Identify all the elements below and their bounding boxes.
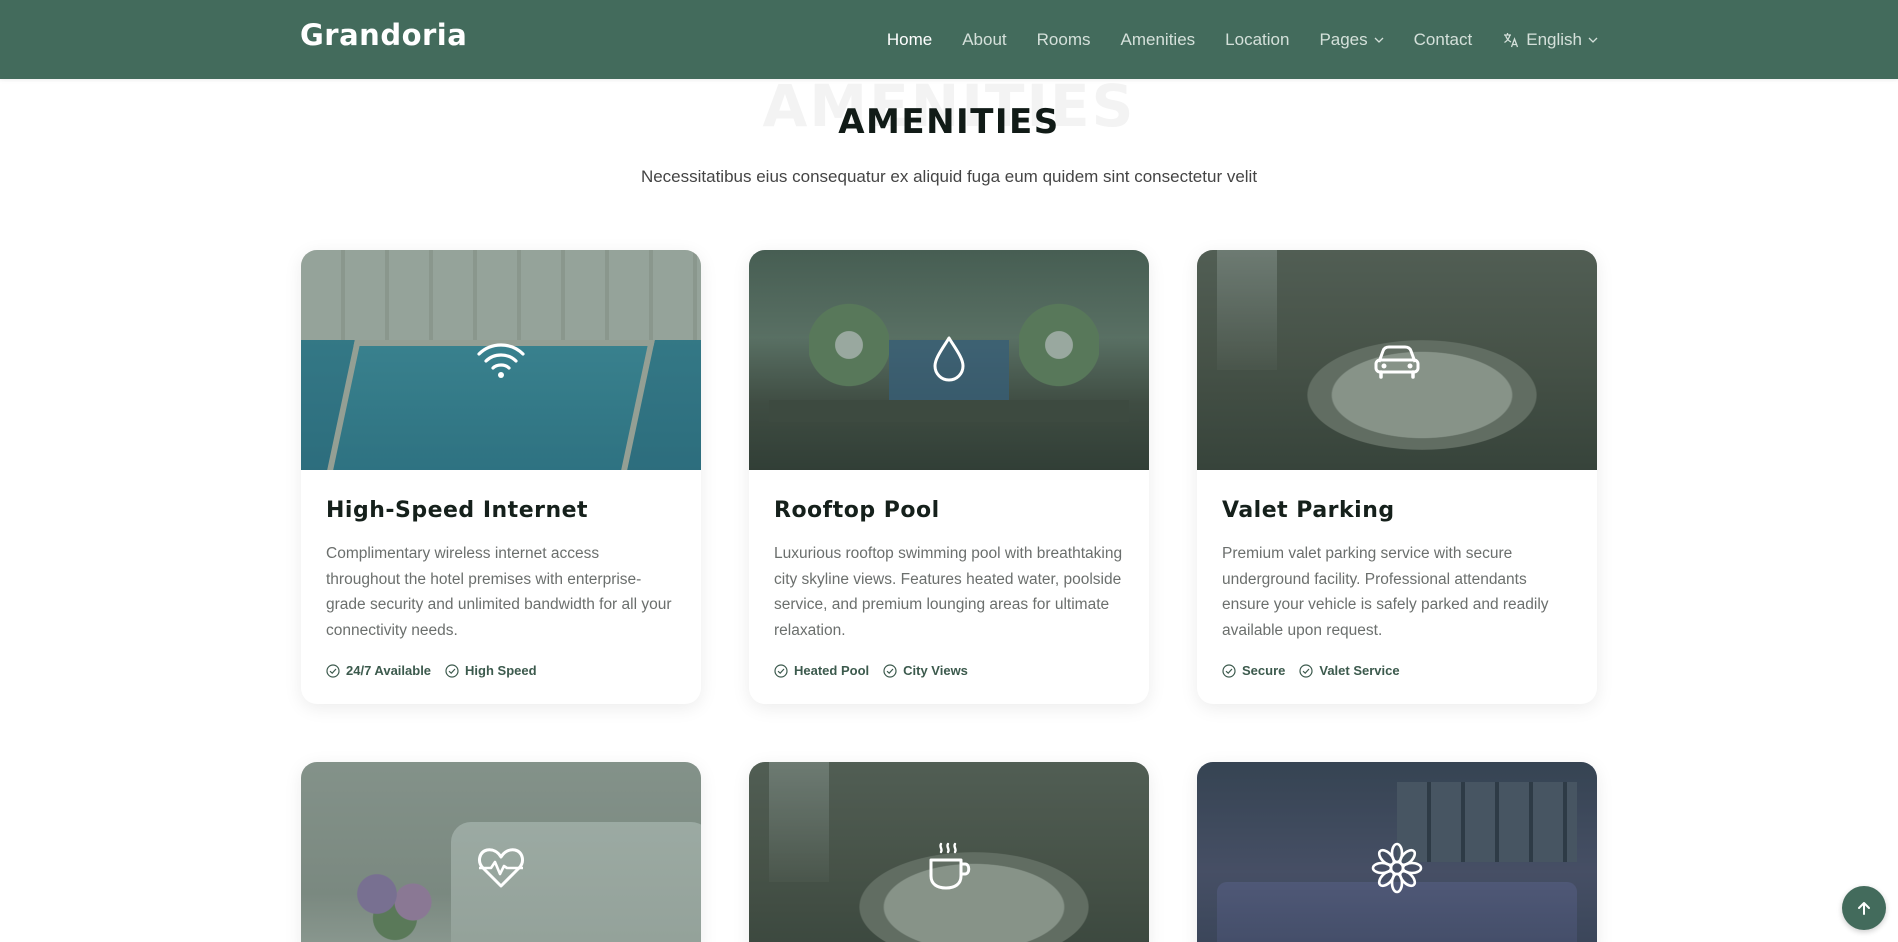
amenity-card-dining[interactable] [749, 762, 1149, 942]
check-circle-icon [1222, 663, 1236, 678]
nav-rooms[interactable]: Rooms [1037, 30, 1091, 50]
card-title: High-Speed Internet [326, 498, 589, 523]
card-description: Complimentary wireless internet access t… [326, 545, 672, 639]
amenity-card-internet[interactable]: High-Speed Internet Complimentary wirele… [301, 250, 701, 704]
card-tags: Heated Pool City Views [774, 663, 1124, 678]
feature-tag-label: Heated Pool [794, 663, 870, 678]
language-label: English [1526, 29, 1582, 49]
card-image [1197, 762, 1597, 942]
arrow-up-icon [1858, 902, 1870, 915]
card-description: Premium valet parking service with secur… [1222, 545, 1549, 639]
feature-tag: Valet Service [1299, 663, 1400, 678]
site-header: Grandoria Home About Rooms Amenities Loc… [0, 0, 1898, 79]
check-circle-icon [326, 663, 340, 678]
wifi-icon [477, 343, 525, 378]
main-nav: Home About Rooms Amenities Location Page… [857, 0, 1598, 79]
check-circle-icon [774, 663, 788, 678]
nav-amenities[interactable]: Amenities [1121, 30, 1196, 50]
amenity-card-pool[interactable]: Rooftop Pool Luxurious rooftop swimming … [749, 250, 1149, 704]
amenity-card-parking[interactable]: Valet Parking Premium valet parking serv… [1197, 250, 1597, 704]
heart-pulse-icon [478, 848, 524, 888]
card-image [749, 762, 1149, 942]
feature-tag: City Views [883, 663, 968, 678]
card-title: Valet Parking [1222, 498, 1395, 523]
coffee-cup-icon [929, 842, 971, 890]
card-tags: 24/7 Available High Speed [326, 663, 676, 678]
amenity-card-spa[interactable] [301, 762, 701, 942]
amenity-card-lounge[interactable] [1197, 762, 1597, 942]
check-circle-icon [1299, 663, 1313, 678]
nav-contact[interactable]: Contact [1414, 30, 1473, 50]
section-title: AMENITIES [838, 102, 1060, 142]
feature-tag: Heated Pool [774, 663, 869, 678]
nav-about[interactable]: About [962, 30, 1006, 50]
chevron-down-icon [1588, 37, 1598, 43]
nav-pages-dropdown[interactable]: Pages [1319, 29, 1384, 50]
card-image [301, 762, 701, 942]
card-title: Rooftop Pool [774, 498, 940, 523]
check-circle-icon [445, 663, 459, 678]
card-description: Luxurious rooftop swimming pool with bre… [774, 545, 1123, 639]
translate-icon [1504, 32, 1519, 47]
feature-tag: High Speed [445, 663, 537, 678]
card-image [1197, 250, 1597, 470]
section-subtitle: Necessitatibus eius consequatur ex aliqu… [640, 167, 1258, 186]
back-to-top-button[interactable] [1842, 886, 1886, 930]
card-image [301, 250, 701, 470]
card-image [749, 250, 1149, 470]
feature-tag-label: City Views [903, 663, 968, 678]
car-icon [1374, 345, 1420, 379]
nav-location[interactable]: Location [1225, 30, 1289, 50]
check-circle-icon [883, 663, 897, 678]
nav-pages-label: Pages [1319, 29, 1368, 49]
nav-home[interactable]: Home [887, 30, 932, 50]
feature-tag-label: Valet Service [1319, 663, 1400, 678]
water-drop-icon [933, 336, 965, 382]
feature-tag: 24/7 Available [326, 663, 431, 678]
flower-icon [1371, 842, 1423, 894]
feature-tag-label: 24/7 Available [346, 663, 432, 678]
feature-tag-label: Secure [1242, 663, 1286, 678]
site-logo[interactable]: Grandoria [300, 18, 467, 52]
feature-tag: Secure [1222, 663, 1285, 678]
language-selector[interactable]: English [1502, 30, 1598, 50]
feature-tag-label: High Speed [465, 663, 537, 678]
chevron-down-icon [1374, 37, 1384, 43]
card-tags: Secure Valet Service [1222, 663, 1572, 678]
